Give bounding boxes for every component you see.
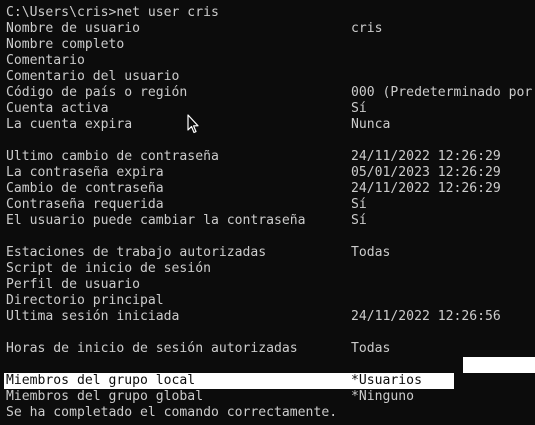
- row-value: Sí: [351, 197, 367, 212]
- row-label: Perfil de usuario: [6, 277, 141, 292]
- row-value: Sí: [351, 213, 367, 228]
- command-line: C:\Users\cris>net user cris: [0, 5, 535, 21]
- row-miembros-grupo-local[interactable]: Miembros del grupo local *Usuarios: [0, 373, 535, 389]
- row-nombre-de-usuario: Nombre de usuario cris: [0, 21, 535, 37]
- row-value: Sí: [351, 101, 367, 116]
- row-label: Cambio de contraseña: [6, 181, 164, 196]
- row-miembros-grupo-global: Miembros del grupo global *Ninguno: [0, 389, 535, 405]
- row-ultima-sesion-iniciada: Ultima sesión iniciada 24/11/2022 12:26:…: [0, 309, 535, 325]
- row-value: *Usuarios: [351, 373, 422, 388]
- row-la-cuenta-expira: La cuenta expira Nunca: [0, 117, 535, 133]
- row-estaciones-de-trabajo: Estaciones de trabajo autorizadas Todas: [0, 245, 535, 261]
- row-value: 24/11/2022 12:26:56: [351, 309, 501, 324]
- console-window[interactable]: C:\Users\cris>net user cris Nombre de us…: [0, 0, 535, 425]
- row-value: cris: [351, 21, 383, 36]
- row-cambio-de-contrasena: Cambio de contraseña 24/11/2022 12:26:29: [0, 181, 535, 197]
- row-value: 05/01/2023 12:26:29: [351, 165, 501, 180]
- row-el-usuario-puede-cambiar: El usuario puede cambiar la contraseña S…: [0, 213, 535, 229]
- row-label: Comentario: [6, 53, 85, 68]
- row-value: 24/11/2022 12:26:29: [351, 181, 501, 196]
- row-label: Nombre de usuario: [6, 21, 141, 36]
- row-nombre-completo: Nombre completo: [0, 37, 535, 53]
- row-horas-de-inicio: Horas de inicio de sesión autorizadas To…: [0, 341, 535, 357]
- selection-highlight: [463, 357, 535, 373]
- row-value: Todas: [351, 245, 391, 260]
- completion-text: Se ha completado el comando correctament…: [6, 405, 338, 420]
- row-label: Ultima sesión iniciada: [6, 309, 180, 324]
- row-label: Ultimo cambio de contraseña: [6, 149, 219, 164]
- row-codigo-de-pais: Código de país o región 000 (Predetermin…: [0, 85, 535, 101]
- row-contrasena-requerida: Contraseña requerida Sí: [0, 197, 535, 213]
- row-label: Cuenta activa: [6, 101, 109, 116]
- row-perfil-de-usuario: Perfil de usuario: [0, 277, 535, 293]
- row-label: Estaciones de trabajo autorizadas: [6, 245, 267, 260]
- completion-message: Se ha completado el comando correctament…: [0, 405, 535, 421]
- row-value: 24/11/2022 12:26:29: [351, 149, 501, 164]
- row-value: *Ninguno: [351, 389, 415, 404]
- row-label: Directorio principal: [6, 293, 164, 308]
- row-la-contrasena-expira: La contraseña expira 05/01/2023 12:26:29: [0, 165, 535, 181]
- mouse-pointer-icon: [187, 114, 199, 134]
- row-label: La cuenta expira: [6, 117, 133, 132]
- row-label: Código de país o región: [6, 85, 188, 100]
- row-script-de-inicio: Script de inicio de sesión: [0, 261, 535, 277]
- row-ultimo-cambio-de-contrasena: Ultimo cambio de contraseña 24/11/2022 1…: [0, 149, 535, 165]
- row-comentario: Comentario: [0, 53, 535, 69]
- row-directorio-principal: Directorio principal: [0, 293, 535, 309]
- row-value: 000 (Predeterminado por: [351, 85, 533, 100]
- row-label: Comentario del usuario: [6, 69, 180, 84]
- row-label: Script de inicio de sesión: [6, 261, 211, 276]
- row-comentario-del-usuario: Comentario del usuario: [0, 69, 535, 85]
- row-value: Nunca: [351, 117, 391, 132]
- row-label: Miembros del grupo local: [6, 373, 196, 388]
- row-label: El usuario puede cambiar la contraseña: [6, 213, 306, 228]
- command-text: C:\Users\cris>net user cris: [6, 5, 219, 20]
- row-value: Todas: [351, 341, 391, 356]
- row-label: La contraseña expira: [6, 165, 164, 180]
- row-label: Miembros del grupo global: [6, 389, 204, 404]
- row-label: Horas de inicio de sesión autorizadas: [6, 341, 298, 356]
- row-label: Contraseña requerida: [6, 197, 164, 212]
- row-cuenta-activa: Cuenta activa Sí: [0, 101, 535, 117]
- row-label: Nombre completo: [6, 37, 125, 52]
